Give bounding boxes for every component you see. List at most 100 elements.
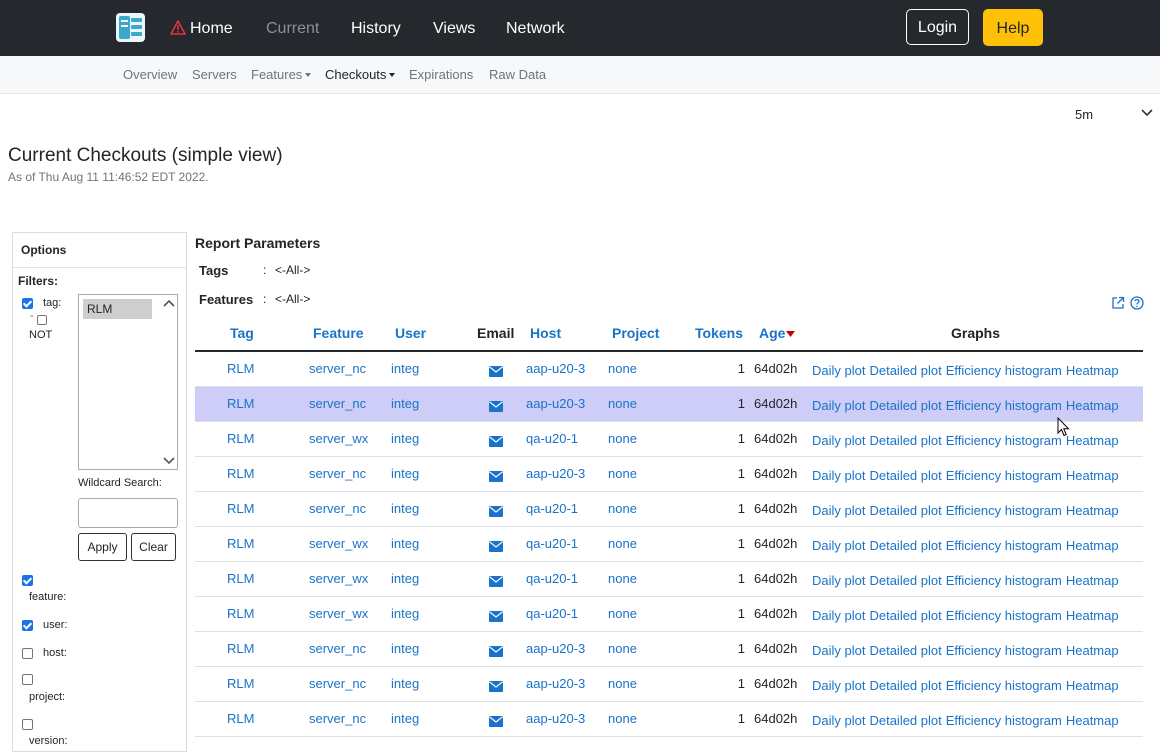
email-icon[interactable] [489, 539, 503, 555]
cell-host[interactable]: aap-u20-3 [526, 352, 585, 386]
clear-button[interactable]: Clear [131, 533, 176, 561]
cell-user[interactable]: integ [391, 492, 419, 526]
cell-feature[interactable]: server_nc [309, 457, 366, 491]
cell-user[interactable]: integ [391, 562, 419, 596]
efficiency-histogram-link[interactable]: Efficiency histogram [946, 643, 1062, 658]
version-filter-checkbox[interactable] [22, 719, 33, 730]
cell-project[interactable]: none [608, 457, 637, 491]
cell-tag[interactable]: RLM [227, 422, 254, 456]
daily-plot-link[interactable]: Daily plot [812, 363, 865, 378]
cell-user[interactable]: integ [391, 422, 419, 456]
col-header-user[interactable]: User [395, 325, 426, 341]
detailed-plot-link[interactable]: Detailed plot [869, 678, 941, 693]
daily-plot-link[interactable]: Daily plot [812, 468, 865, 483]
cell-host[interactable]: aap-u20-3 [526, 667, 585, 701]
efficiency-histogram-link[interactable]: Efficiency histogram [946, 468, 1062, 483]
wildcard-search-input[interactable] [78, 498, 178, 528]
tag-not-checkbox[interactable] [37, 315, 47, 325]
efficiency-histogram-link[interactable]: Efficiency histogram [946, 678, 1062, 693]
cell-project[interactable]: none [608, 422, 637, 456]
heatmap-link[interactable]: Heatmap [1066, 713, 1119, 728]
heatmap-link[interactable]: Heatmap [1066, 678, 1119, 693]
listbox-scrollbar[interactable] [161, 295, 177, 469]
cell-user[interactable]: integ [391, 527, 419, 561]
efficiency-histogram-link[interactable]: Efficiency histogram [946, 538, 1062, 553]
detailed-plot-link[interactable]: Detailed plot [869, 398, 941, 413]
cell-user[interactable]: integ [391, 387, 419, 421]
cell-project[interactable]: none [608, 352, 637, 386]
cell-tag[interactable]: RLM [227, 457, 254, 491]
refresh-interval-select[interactable]: 5m [1075, 107, 1093, 122]
col-header-feature[interactable]: Feature [313, 325, 364, 341]
cell-project[interactable]: none [608, 632, 637, 666]
heatmap-link[interactable]: Heatmap [1066, 538, 1119, 553]
col-header-host[interactable]: Host [530, 325, 561, 341]
help-circle-icon[interactable] [1130, 296, 1144, 310]
detailed-plot-link[interactable]: Detailed plot [869, 643, 941, 658]
cell-user[interactable]: integ [391, 457, 419, 491]
daily-plot-link[interactable]: Daily plot [812, 678, 865, 693]
col-header-age[interactable]: Age [759, 325, 796, 341]
efficiency-histogram-link[interactable]: Efficiency histogram [946, 713, 1062, 728]
cell-host[interactable]: aap-u20-3 [526, 387, 585, 421]
cell-feature[interactable]: server_nc [309, 632, 366, 666]
email-icon[interactable] [489, 434, 503, 450]
cell-host[interactable]: aap-u20-3 [526, 457, 585, 491]
cell-host[interactable]: aap-u20-3 [526, 632, 585, 666]
cell-host[interactable]: qa-u20-1 [526, 527, 578, 561]
daily-plot-link[interactable]: Daily plot [812, 398, 865, 413]
cell-user[interactable]: integ [391, 352, 419, 386]
daily-plot-link[interactable]: Daily plot [812, 608, 865, 623]
efficiency-histogram-link[interactable]: Efficiency histogram [946, 573, 1062, 588]
heatmap-link[interactable]: Heatmap [1066, 643, 1119, 658]
subnav-checkouts[interactable]: Checkouts [325, 56, 396, 93]
daily-plot-link[interactable]: Daily plot [812, 573, 865, 588]
nav-views[interactable]: Views [433, 0, 475, 56]
col-header-tag[interactable]: Tag [230, 325, 254, 341]
cell-project[interactable]: none [608, 702, 637, 736]
cell-project[interactable]: none [608, 387, 637, 421]
daily-plot-link[interactable]: Daily plot [812, 433, 865, 448]
cell-tag[interactable]: RLM [227, 387, 254, 421]
cell-feature[interactable]: server_nc [309, 352, 366, 386]
cell-project[interactable]: none [608, 667, 637, 701]
daily-plot-link[interactable]: Daily plot [812, 503, 865, 518]
tag-filter-checkbox[interactable] [22, 298, 33, 309]
cell-project[interactable]: none [608, 562, 637, 596]
cell-tag[interactable]: RLM [227, 597, 254, 631]
heatmap-link[interactable]: Heatmap [1066, 573, 1119, 588]
cell-host[interactable]: qa-u20-1 [526, 492, 578, 526]
heatmap-link[interactable]: Heatmap [1066, 398, 1119, 413]
email-icon[interactable] [489, 679, 503, 695]
cell-tag[interactable]: RLM [227, 667, 254, 701]
tag-option-rlm[interactable]: RLM [83, 299, 152, 319]
efficiency-histogram-link[interactable]: Efficiency histogram [946, 503, 1062, 518]
efficiency-histogram-link[interactable]: Efficiency histogram [946, 433, 1062, 448]
cell-feature[interactable]: server_wx [309, 422, 368, 456]
subnav-overview[interactable]: Overview [123, 56, 177, 93]
cell-host[interactable]: qa-u20-1 [526, 597, 578, 631]
cell-tag[interactable]: RLM [227, 632, 254, 666]
cell-tag[interactable]: RLM [227, 562, 254, 596]
cell-user[interactable]: integ [391, 702, 419, 736]
heatmap-link[interactable]: Heatmap [1066, 503, 1119, 518]
cell-host[interactable]: qa-u20-1 [526, 562, 578, 596]
app-logo-icon[interactable] [116, 13, 145, 42]
nav-history[interactable]: History [351, 0, 401, 56]
email-icon[interactable] [489, 469, 503, 485]
external-link-icon[interactable] [1111, 296, 1125, 310]
efficiency-histogram-link[interactable]: Efficiency histogram [946, 363, 1062, 378]
nav-current[interactable]: Current [266, 0, 319, 56]
heatmap-link[interactable]: Heatmap [1066, 608, 1119, 623]
subnav-raw-data[interactable]: Raw Data [489, 56, 546, 93]
cell-feature[interactable]: server_nc [309, 492, 366, 526]
cell-user[interactable]: integ [391, 667, 419, 701]
cell-tag[interactable]: RLM [227, 702, 254, 736]
subnav-servers[interactable]: Servers [192, 56, 237, 93]
cell-tag[interactable]: RLM [227, 492, 254, 526]
host-filter-checkbox[interactable] [22, 648, 33, 659]
cell-project[interactable]: none [608, 597, 637, 631]
cell-feature[interactable]: server_nc [309, 702, 366, 736]
heatmap-link[interactable]: Heatmap [1066, 468, 1119, 483]
cell-tag[interactable]: RLM [227, 527, 254, 561]
